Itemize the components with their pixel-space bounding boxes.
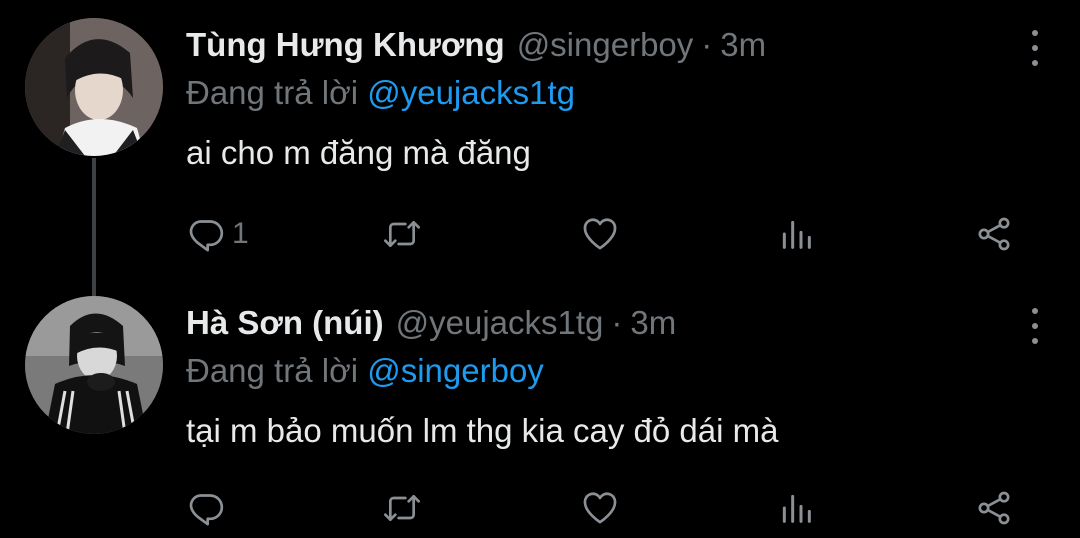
timestamp[interactable]: 3m (630, 304, 676, 342)
views-button[interactable] (776, 212, 816, 256)
tweet-text: ai cho m đăng mà đăng (186, 134, 531, 171)
share-button[interactable] (974, 486, 1014, 530)
more-vertical-icon[interactable] (1020, 30, 1050, 66)
reply-button[interactable]: 1 (186, 212, 249, 256)
handle[interactable]: @yeujacks1tg (396, 304, 604, 342)
action-bar: 1 (186, 212, 1026, 256)
timestamp[interactable]: 3m (720, 26, 766, 64)
replying-to: Đang trả lời @yeujacks1tg (186, 74, 1050, 116)
heart-icon (583, 218, 617, 250)
share-button[interactable] (974, 212, 1014, 256)
avatar[interactable] (25, 296, 163, 434)
replying-to-label: Đang trả lời (186, 352, 359, 389)
display-name[interactable]: Tùng Hưng Khương (186, 26, 505, 64)
separator: · (611, 304, 623, 341)
heart-icon (583, 492, 617, 524)
reply-icon (189, 220, 224, 252)
replying-to-label: Đang trả lời (186, 74, 359, 111)
share-icon (978, 217, 1010, 251)
share-icon (978, 491, 1010, 525)
mention-link[interactable]: @yeujacks1tg (367, 74, 575, 111)
display-name[interactable]: Hà Sơn (núi) (186, 304, 384, 342)
views-button[interactable] (776, 486, 816, 530)
separator: · (701, 26, 713, 63)
like-button[interactable] (580, 212, 626, 256)
tweet-text: tại m bảo muốn lm thg kia cay đỏ dái mà (186, 412, 779, 449)
avatar-image (25, 296, 163, 434)
thread-line (92, 158, 96, 298)
tweet[interactable]: Tùng Hưng Khương @singerboy · 3m Đang tr… (0, 0, 1080, 298)
tweet-header: Hà Sơn (núi) @yeujacks1tg · 3m (186, 304, 1050, 346)
tweet[interactable]: Hà Sơn (núi) @yeujacks1tg · 3m Đang trả … (0, 290, 1080, 538)
retweet-icon (384, 221, 420, 247)
avatar[interactable] (25, 18, 163, 156)
retweet-button[interactable] (382, 486, 428, 530)
like-button[interactable] (580, 486, 626, 530)
tweet-header: Tùng Hưng Khương @singerboy · 3m (186, 26, 1050, 68)
retweet-button[interactable] (382, 212, 428, 256)
handle[interactable]: @singerboy (517, 26, 694, 64)
tweet-content: Hà Sơn (núi) @yeujacks1tg · 3m Đang trả … (186, 304, 1050, 456)
action-bar (186, 486, 1026, 530)
more-vertical-icon[interactable] (1020, 308, 1050, 344)
tweet-content: Tùng Hưng Khương @singerboy · 3m Đang tr… (186, 26, 1050, 178)
retweet-icon (384, 495, 420, 521)
replying-to: Đang trả lời @singerboy (186, 352, 1050, 394)
avatar-image (25, 18, 163, 156)
views-icon (782, 494, 811, 523)
reply-button[interactable] (186, 486, 232, 530)
mention-link[interactable]: @singerboy (367, 352, 544, 389)
reply-icon (189, 494, 224, 526)
reply-count: 1 (232, 217, 249, 250)
views-icon (782, 220, 811, 249)
